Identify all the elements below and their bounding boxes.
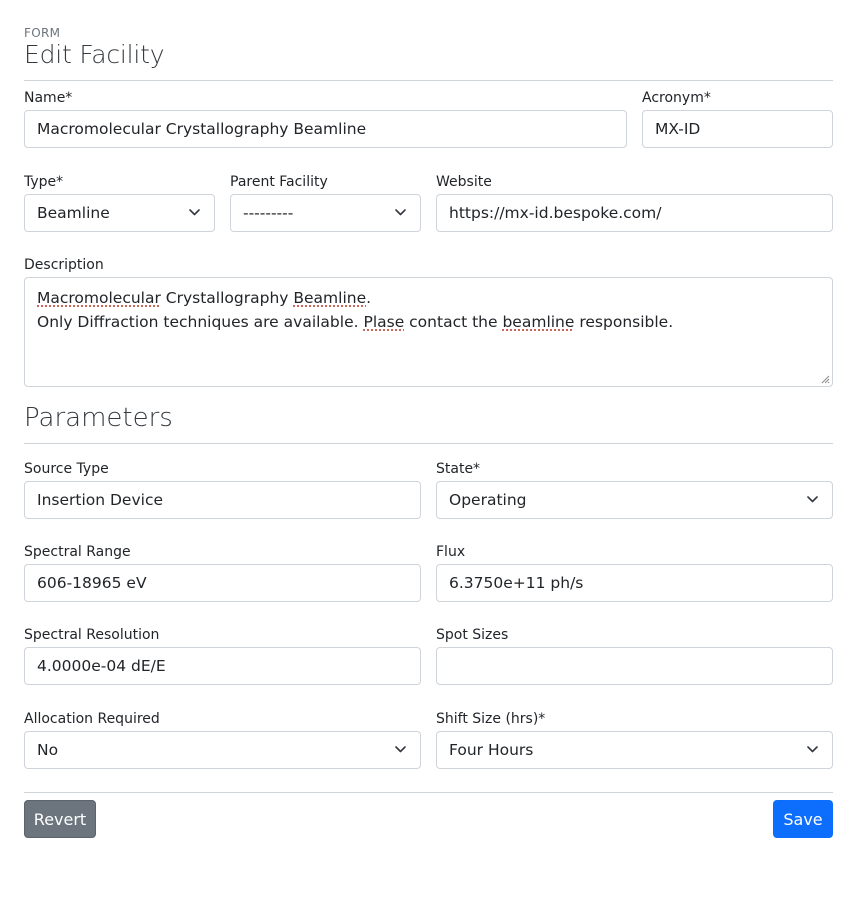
website-label: Website <box>436 174 492 190</box>
revert-button[interactable]: Revert <box>24 800 96 838</box>
chevron-down-icon <box>807 746 818 753</box>
spectral-resolution-input[interactable]: 4.0000e-04 dE/E <box>24 647 421 685</box>
description-text: Only Diffraction techniques are availabl… <box>37 313 364 331</box>
description-line-2: Only Diffraction techniques are availabl… <box>37 310 820 334</box>
source-type-label: Source Type <box>24 461 109 477</box>
state-select[interactable]: Operating <box>436 481 833 519</box>
flux-label: Flux <box>436 544 466 560</box>
misspelled-word: Beamline <box>293 289 367 307</box>
allocation-required-value: No <box>37 741 59 759</box>
parameters-heading: Parameters <box>24 403 173 433</box>
website-value: https://mx-id.bespoke.com/ <box>449 204 662 222</box>
state-label: State* <box>436 461 481 477</box>
shift-size-label: Shift Size (hrs)* <box>436 711 546 727</box>
description-text: responsible. <box>574 313 674 331</box>
state-value: Operating <box>449 491 527 509</box>
spot-sizes-label: Spot Sizes <box>436 627 509 643</box>
name-label: Name* <box>24 90 73 106</box>
allocation-required-label: Allocation Required <box>24 711 160 727</box>
parent-facility-select[interactable]: --------- <box>230 194 421 232</box>
acronym-value: MX-ID <box>655 120 701 138</box>
name-input[interactable]: Macromolecular Crystallography Beamline <box>24 110 627 148</box>
parameters-divider <box>24 443 833 444</box>
page-title: Edit Facility <box>24 40 165 69</box>
description-text: Crystallography <box>160 289 294 307</box>
resize-handle-icon[interactable] <box>820 374 830 384</box>
spot-sizes-input[interactable] <box>436 647 833 685</box>
chevron-down-icon <box>807 496 818 503</box>
actions-divider <box>24 792 833 793</box>
source-type-value: Insertion Device <box>37 491 164 509</box>
parent-facility-value: --------- <box>243 204 294 222</box>
description-line-1: Macromolecular Crystallography Beamline. <box>37 286 820 310</box>
name-value: Macromolecular Crystallography Beamline <box>37 120 367 138</box>
type-value: Beamline <box>37 204 110 222</box>
save-button[interactable]: Save <box>773 800 833 838</box>
parent-facility-label: Parent Facility <box>230 174 328 190</box>
shift-size-value: Four Hours <box>449 741 534 759</box>
description-text: . <box>366 289 372 307</box>
flux-value: 6.3750e+11 ph/s <box>449 574 584 592</box>
misspelled-word: Plase <box>363 313 405 331</box>
acronym-input[interactable]: MX-ID <box>642 110 833 148</box>
website-input[interactable]: https://mx-id.bespoke.com/ <box>436 194 833 232</box>
description-label: Description <box>24 257 104 273</box>
type-select[interactable]: Beamline <box>24 194 215 232</box>
shift-size-select[interactable]: Four Hours <box>436 731 833 769</box>
edit-facility-form: FORM Edit Facility Name* Macromolecular … <box>0 0 857 917</box>
chevron-down-icon <box>189 209 200 216</box>
type-label: Type* <box>24 174 64 190</box>
acronym-label: Acronym* <box>642 90 711 106</box>
flux-input[interactable]: 6.3750e+11 ph/s <box>436 564 833 602</box>
spectral-range-value: 606-18965 eV <box>37 574 147 592</box>
source-type-input[interactable]: Insertion Device <box>24 481 421 519</box>
form-kicker: FORM <box>24 26 61 40</box>
spectral-range-label: Spectral Range <box>24 544 131 560</box>
description-text: contact the <box>404 313 503 331</box>
title-divider <box>24 80 833 81</box>
chevron-down-icon <box>395 209 406 216</box>
misspelled-word: beamline <box>502 313 575 331</box>
spectral-resolution-label: Spectral Resolution <box>24 627 160 643</box>
spectral-resolution-value: 4.0000e-04 dE/E <box>37 657 166 675</box>
misspelled-word: Macromolecular <box>37 289 161 307</box>
spectral-range-input[interactable]: 606-18965 eV <box>24 564 421 602</box>
chevron-down-icon <box>395 746 406 753</box>
description-textarea[interactable]: Macromolecular Crystallography Beamline.… <box>24 277 833 387</box>
allocation-required-select[interactable]: No <box>24 731 421 769</box>
